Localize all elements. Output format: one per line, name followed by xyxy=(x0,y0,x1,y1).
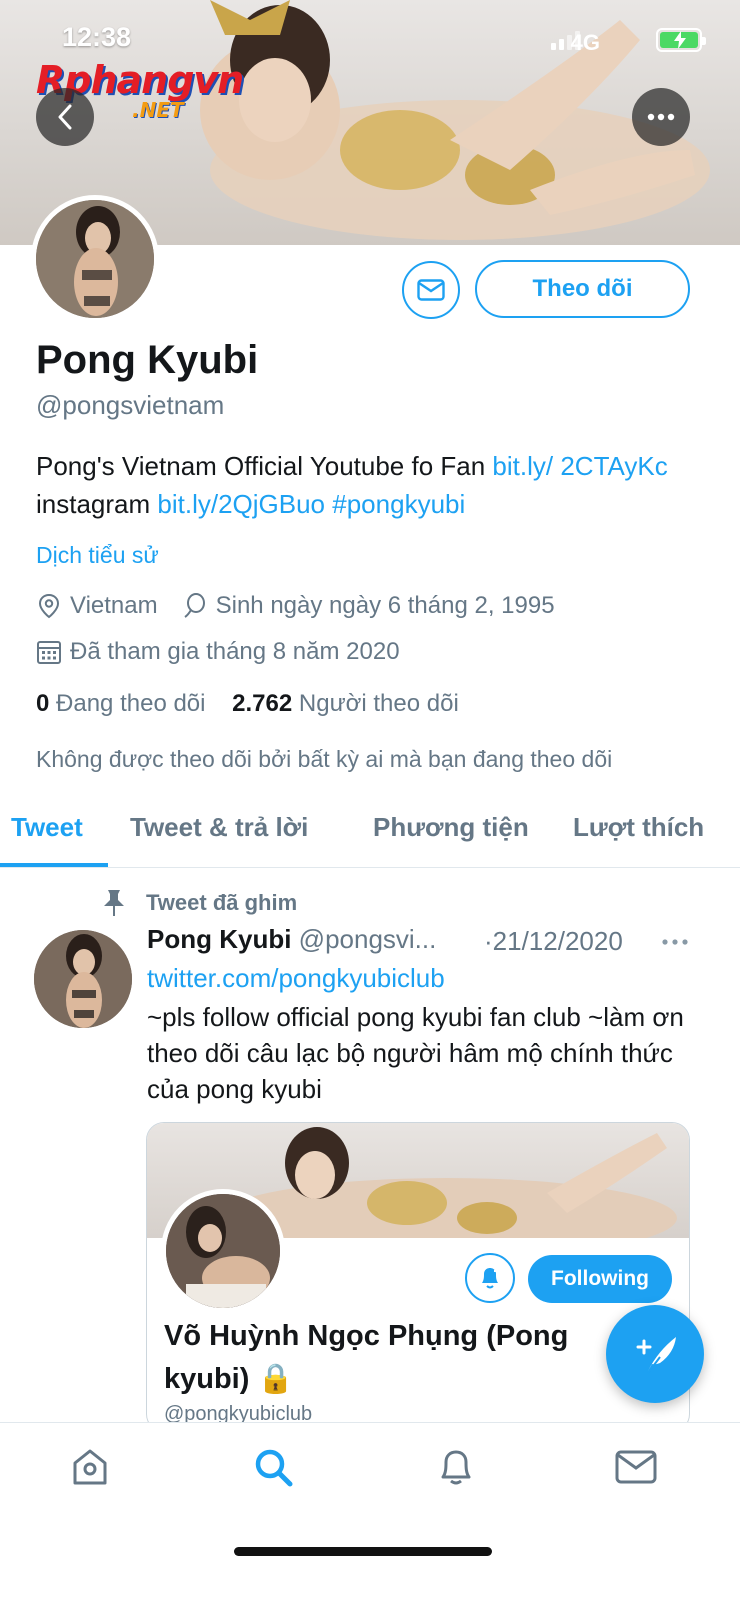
envelope-icon xyxy=(417,279,445,301)
bell-icon xyxy=(441,1450,471,1485)
follow-button[interactable]: Theo dõi xyxy=(475,260,690,318)
profile-bio: Pong's Vietnam Official Youtube fo Fan b… xyxy=(36,447,716,523)
back-button[interactable] xyxy=(36,88,94,146)
tweet-date: ·21/12/2020 xyxy=(484,926,623,956)
follow-counts: 0 Đang theo dõi 2.762 Người theo dõi xyxy=(36,690,459,718)
bottom-navigation xyxy=(0,1422,740,1600)
tab-tweets-replies[interactable]: Tweet & trả lời xyxy=(130,812,308,843)
bio-link-youtube[interactable]: bit.ly/ 2CTAyKc xyxy=(492,451,667,481)
profile-avatar[interactable] xyxy=(31,195,159,323)
chevron-left-icon xyxy=(58,104,72,130)
profile-name: Pong Kyubi xyxy=(36,338,259,382)
nav-home[interactable] xyxy=(68,1445,112,1489)
card-name: Võ Huỳnh Ngọc Phụng (Pong kyubi) 🔒 xyxy=(164,1320,569,1395)
more-options-button[interactable] xyxy=(632,88,690,146)
bio-text-2: instagram xyxy=(36,489,158,519)
tab-tweets[interactable]: Tweet xyxy=(11,812,83,843)
nav-notifications[interactable] xyxy=(434,1445,478,1489)
notify-bell-button[interactable] xyxy=(465,1253,515,1303)
profile-handle: @pongsvietnam xyxy=(36,390,225,420)
tweet-author[interactable]: Pong Kyubi xyxy=(147,924,291,954)
compose-feather-icon xyxy=(636,1337,676,1374)
more-horizontal-icon xyxy=(647,113,675,121)
mail-icon xyxy=(615,1450,657,1484)
calendar-icon xyxy=(37,641,61,664)
profile-tabs: Tweet Tweet & trả lời Phương tiện Lượt t… xyxy=(0,800,740,868)
bio-text: Pong's Vietnam Official Youtube fo Fan xyxy=(36,451,493,481)
pin-icon xyxy=(104,890,124,916)
tab-likes[interactable]: Lượt thích xyxy=(573,812,704,843)
location-pin-icon xyxy=(38,593,60,619)
profile-card[interactable]: Following Võ Huỳnh Ngọc Phụng (Pong kyub… xyxy=(146,1122,690,1432)
nav-messages[interactable] xyxy=(614,1445,658,1489)
profile-meta-row: Vietnam Sinh ngày ngày 6 tháng 2, 1995 xyxy=(36,592,555,620)
tweet-header: Pong Kyubi @pongsvi... xyxy=(147,924,436,955)
translate-bio-link[interactable]: Dịch tiểu sử xyxy=(36,542,159,569)
profile-location: Vietnam xyxy=(70,592,158,619)
tweet-avatar[interactable] xyxy=(34,930,132,1028)
battery-icon xyxy=(656,28,706,52)
bio-link-instagram[interactable]: bit.ly/2QjGBuo xyxy=(157,489,325,519)
profile-birthday: Sinh ngày ngày 6 tháng 2, 1995 xyxy=(215,592,555,619)
tweet-link[interactable]: twitter.com/pongkyubiclub xyxy=(147,963,445,994)
compose-tweet-button[interactable] xyxy=(606,1305,704,1403)
balloon-icon xyxy=(184,593,205,618)
card-avatar xyxy=(161,1189,285,1313)
not-followed-note: Không được theo dõi bởi bất kỳ ai mà bạn… xyxy=(36,746,613,772)
profile-joined: Đã tham gia tháng 8 năm 2020 xyxy=(70,638,400,665)
search-icon xyxy=(255,1449,293,1487)
tweet-handle: @pongsvi... xyxy=(298,924,437,954)
home-icon xyxy=(73,1449,107,1485)
bell-plus-icon xyxy=(482,1268,500,1289)
profile-joined-row: Đã tham gia tháng 8 năm 2020 xyxy=(36,638,400,666)
tweet-text: ~pls follow official pong kyubi fan club… xyxy=(147,1002,684,1104)
tweet-more-icon[interactable] xyxy=(662,938,688,946)
network-type: 4G xyxy=(570,30,600,55)
avatar-image xyxy=(36,200,154,318)
pinned-label: Tweet đã ghim xyxy=(100,888,297,918)
nav-search[interactable] xyxy=(251,1445,295,1489)
home-indicator xyxy=(234,1547,492,1556)
active-tab-indicator xyxy=(0,863,108,867)
followers-stat[interactable]: 2.762 Người theo dõi xyxy=(232,690,459,717)
bio-hashtag[interactable]: #pongkyubi xyxy=(332,489,465,519)
following-button[interactable]: Following xyxy=(528,1255,672,1303)
following-stat[interactable]: 0 Đang theo dõi xyxy=(36,690,205,717)
status-time: 12:38 xyxy=(62,22,132,52)
tweet-avatar-image xyxy=(34,930,132,1028)
message-button[interactable] xyxy=(402,261,460,319)
tab-media[interactable]: Phương tiện xyxy=(373,812,529,843)
